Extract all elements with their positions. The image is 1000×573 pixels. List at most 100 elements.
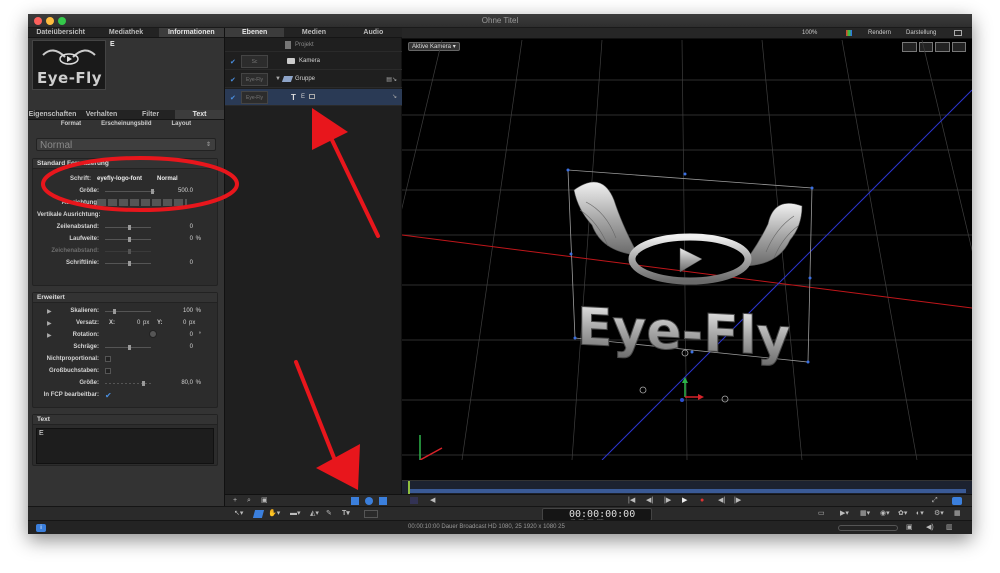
split-view-icon[interactable]: ▥ [946,524,953,532]
tab-layout[interactable]: Layout [172,121,192,130]
tab-text[interactable]: Text [175,110,224,119]
font-popup[interactable]: eyefly-logo-font [97,176,142,182]
line-spacing-slider[interactable] [105,224,151,230]
tab-format[interactable]: Format [61,121,81,130]
display-popup[interactable]: Darstellung [906,30,936,36]
thumbnail-icon[interactable]: ▣ [261,497,268,505]
particles-icon[interactable]: ◉▾ [880,510,890,518]
resize-icon[interactable]: ↘ [392,93,397,100]
masks-icon[interactable] [379,497,387,505]
rotation-dial[interactable] [149,330,157,338]
loop-playback-icon[interactable] [952,497,962,505]
fcp-checkbox[interactable]: ✔ [105,391,112,400]
previous-frame-icon[interactable]: ◀| [646,497,653,505]
zoom-slider[interactable] [838,525,898,531]
preset-popup[interactable]: Normal ⇕ [36,138,216,151]
scale-value[interactable]: 100 [183,308,193,314]
zoom-popup[interactable]: 100% [802,30,817,36]
export-icon[interactable]: ▭ [818,510,825,518]
layer-visibility-checkbox[interactable]: ✔ [230,94,236,102]
bezier-tool-icon[interactable]: ◭▾ [310,510,319,518]
loop-icon[interactable]: ◀| [718,497,725,505]
layout-icon[interactable] [954,30,962,36]
tab-filters[interactable]: Filter [126,110,175,119]
tab-file-browser[interactable]: Dateiübersicht [28,28,93,37]
disclosure-triangle-icon[interactable]: ▼ [275,76,281,82]
size-slider[interactable] [105,188,155,194]
save-icon[interactable]: ▣ [906,524,913,532]
select-tool-icon[interactable]: ↖▾ [234,510,243,518]
transform-tool-icon[interactable] [252,510,265,518]
layers-view-icon[interactable] [351,497,359,505]
mini-timeline[interactable] [402,480,972,495]
step-back-icon[interactable]: ◀ [430,497,435,505]
tab-appearance[interactable]: Erscheinungsbild [101,121,151,130]
tracking-slider[interactable] [105,236,151,242]
record-icon[interactable]: ● [700,497,704,505]
font-style-popup[interactable]: Normal [157,176,178,182]
tab-inspector[interactable]: Informationen [158,28,224,37]
slant-value[interactable]: 0 [190,344,193,350]
layer-options-icon[interactable] [309,94,315,99]
text-editor[interactable]: E [36,428,214,464]
behaviors-icon[interactable]: ⚙▾ [934,510,944,518]
search-icon[interactable]: ⌕ [247,497,251,505]
text-tool-icon[interactable]: T▾ [342,510,350,518]
monospace-checkbox[interactable] [105,356,111,362]
generators-icon[interactable]: ▦▾ [860,510,870,518]
info-icon[interactable]: i [36,524,46,532]
caps-size-slider[interactable] [105,380,151,386]
slant-slider[interactable] [105,344,151,350]
tracking-value[interactable]: 0 [190,236,193,242]
offset-y-value[interactable]: 0 [183,320,186,326]
size-value[interactable]: 500.0 [178,188,193,194]
layer-row-text[interactable]: ✔ Eye-Fly T E ↘ [225,89,403,106]
tab-properties[interactable]: Eigenschaften [28,110,77,119]
effects-icon[interactable] [365,497,373,505]
fullscreen-icon[interactable]: ⤢ [932,497,938,505]
canvas-viewer[interactable]: 100% Rendern Darstellung Aktive Kamera ▾ [402,28,972,506]
layer-visibility-checkbox[interactable]: ✔ [230,58,236,66]
caps-size-value[interactable]: 80,0 [181,380,193,386]
paint-tool-icon[interactable]: ✎ [326,510,332,518]
disclosure-triangle-icon[interactable]: ▶ [47,332,52,339]
lock-icon[interactable]: ▤↘ [386,76,397,83]
viewer-options-icon[interactable] [410,497,418,504]
offset-x-value[interactable]: 0 [137,320,140,326]
audio-icon[interactable]: ◀) [926,524,934,532]
allcaps-checkbox[interactable] [105,368,111,374]
render-popup[interactable]: Rendern [868,30,891,36]
layer-visibility-checkbox[interactable]: ✔ [230,76,236,84]
rotation-value[interactable]: 0 [190,332,193,338]
eyefly-3d-logo[interactable]: Eye-Fly [573,181,803,369]
layer-row-camera[interactable]: ✔ Sc Kamera [225,53,403,70]
disclosure-triangle-icon[interactable]: ▶ [47,308,52,315]
baseline-slider[interactable] [105,260,151,266]
record-camera-icon[interactable]: ▶▾ [840,510,849,518]
baseline-value[interactable]: 0 [190,260,193,266]
layer-row-group[interactable]: ✔ Eye-Fly ▼ Gruppe ▤↘ [225,71,403,88]
replicator-icon[interactable]: ✿▾ [898,510,907,518]
tab-media[interactable]: Medien [284,28,343,37]
tab-library[interactable]: Mediathek [93,28,158,37]
tab-layers[interactable]: Ebenen [225,28,285,37]
mask-tool-icon[interactable] [364,510,378,518]
alignment-buttons[interactable] [97,199,187,206]
color-channel-icon[interactable] [846,30,852,36]
pan-tool-icon[interactable]: ✋▾ [268,510,280,518]
play-range-bar[interactable] [410,489,966,493]
go-to-start-icon[interactable]: |◀ [628,497,635,505]
filters-icon[interactable]: ◐▾ [916,510,924,518]
layer-row-project[interactable]: Projekt [225,39,403,52]
scale-slider[interactable] [105,308,151,314]
next-frame-icon[interactable]: |▶ [664,497,671,505]
disclosure-triangle-icon[interactable]: ▶ [47,320,52,327]
shape-tool-icon[interactable]: ▬▾ [290,510,301,518]
add-icon[interactable]: + [233,497,237,505]
play-icon[interactable]: ▶ [682,497,687,505]
hud-icon[interactable]: ▦ [954,510,961,518]
tab-behaviors[interactable]: Verhalten [77,110,126,119]
tab-audio[interactable]: Audio [344,28,403,37]
go-to-end-icon[interactable]: |▶ [734,497,741,505]
line-spacing-value[interactable]: 0 [190,224,193,230]
